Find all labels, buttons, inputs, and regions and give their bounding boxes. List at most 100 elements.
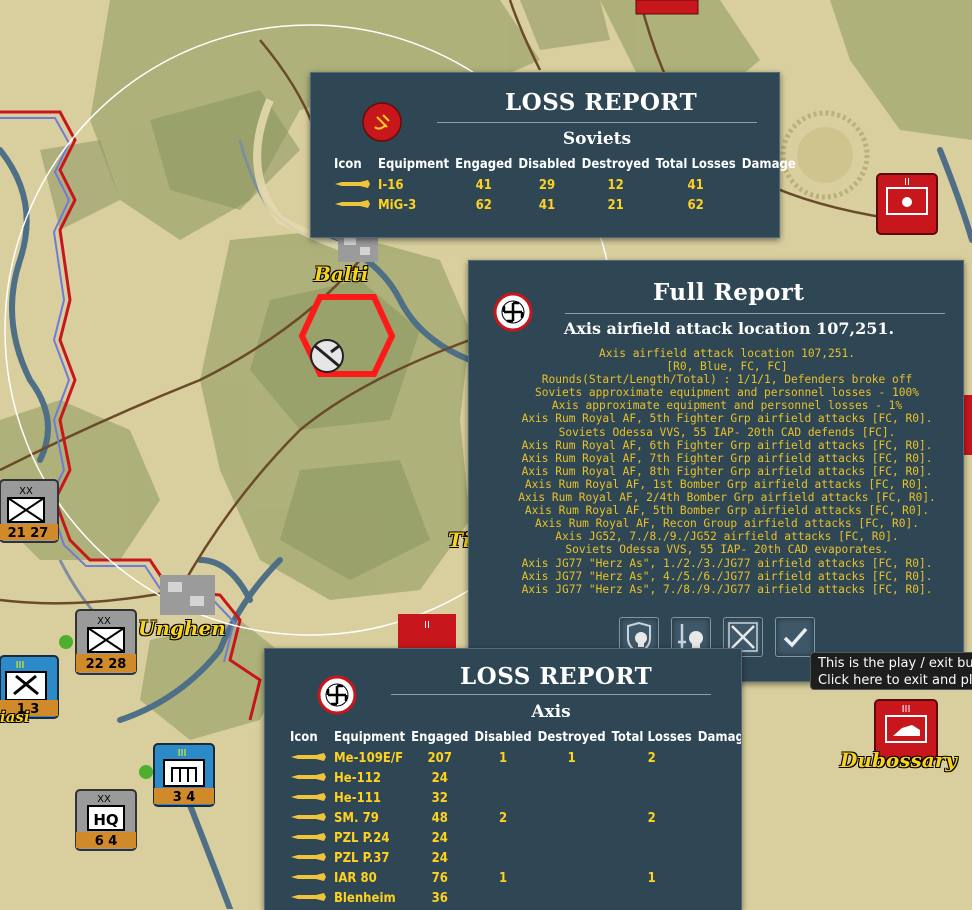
table-row: MiG-3 62 41 21 62 — [331, 195, 799, 215]
report-line: Axis Rum Royal AF, 8th Fighter Grp airfi… — [521, 464, 933, 478]
airbase-icon[interactable] — [310, 339, 344, 373]
destroyed-value — [535, 768, 609, 788]
engaged-value: 207 — [427, 750, 452, 766]
disabled-value — [471, 888, 534, 908]
total-losses-value — [609, 888, 695, 908]
disabled-value: 1 — [498, 750, 508, 766]
disabled-value: 2 — [498, 810, 508, 826]
col-total-losses: Total Losses — [611, 729, 692, 745]
table-row: Me-109E/F 207 1 1 2 — [287, 748, 741, 768]
destroyed-value — [535, 868, 609, 888]
axis-emblem-icon — [493, 292, 533, 332]
disabled-value: 1 — [498, 870, 508, 886]
report-line: Soviets Odessa VVS, 55 IAP- 20th CAD eva… — [565, 543, 889, 557]
col-equipment: Equipment — [378, 156, 450, 172]
equipment-name: PZL P.37 — [334, 850, 390, 866]
table-row: I-16 41 29 12 41 — [331, 175, 799, 195]
svg-text:III: III — [902, 704, 911, 715]
table-row: PZL P.37 24 — [287, 848, 741, 868]
svg-text:HQ: HQ — [93, 811, 118, 829]
svg-text:XX: XX — [97, 616, 111, 627]
engaged-value: 24 — [431, 770, 448, 786]
soviet-loss-table: Icon Equipment Engaged Disabled Destroye… — [331, 153, 799, 215]
col-destroyed: Destroyed — [537, 729, 606, 745]
disabled-value: 29 — [538, 177, 556, 193]
full-report-panel: Full Report Axis airfield attack locatio… — [468, 260, 964, 682]
damage-value — [695, 828, 741, 848]
col-icon: Icon — [290, 729, 318, 745]
equipment-name: He-112 — [334, 770, 381, 786]
town-label-iasi: iasi — [0, 708, 30, 726]
equipment-name: Blenheim — [334, 890, 396, 906]
col-icon: Icon — [334, 156, 362, 172]
svg-text:XX: XX — [97, 794, 111, 805]
damage-value — [739, 175, 799, 195]
axis-loss-report-panel: LOSS REPORT Axis Icon Equipment Engaged … — [264, 648, 742, 910]
damage-value — [695, 888, 741, 908]
destroyed-value — [535, 828, 609, 848]
aircraft-icon — [287, 888, 331, 908]
report-line: Axis Rum Royal AF, 1st Bomber Grp airfie… — [524, 477, 930, 491]
aircraft-icon — [331, 195, 375, 215]
engaged-value: 76 — [431, 870, 448, 886]
engaged-value: 24 — [431, 850, 448, 866]
destroyed-value — [535, 788, 609, 808]
divider — [391, 694, 711, 695]
svg-text:XX: XX — [19, 486, 33, 497]
engaged-value: 32 — [431, 790, 448, 806]
soviet-loss-report-title: LOSS REPORT — [505, 89, 698, 116]
divider — [437, 122, 757, 123]
col-damage: Damage — [697, 729, 741, 745]
axis-loss-table: Icon Equipment Engaged Disabled Destroye… — [287, 726, 741, 908]
town-label-unghen: Unghen — [138, 616, 226, 640]
soviet-loss-report-panel: LOSS REPORT Soviets Icon Equipment Engag… — [310, 72, 796, 238]
report-line: Axis JG52, 7./8./9./JG52 airfield attack… — [555, 530, 899, 544]
report-line: Soviets Odessa VVS, 55 IAP- 20th CAD def… — [558, 425, 896, 439]
svg-text:22 28: 22 28 — [86, 657, 127, 672]
report-line: Axis Rum Royal AF, 7th Fighter Grp airfi… — [521, 451, 933, 465]
full-report-title: Full Report — [653, 279, 805, 306]
report-line: Axis Rum Royal AF, Recon Group airfield … — [535, 517, 919, 531]
engaged-value: 62 — [475, 197, 492, 213]
table-row: He-112 24 — [287, 768, 741, 788]
engaged-value: 48 — [431, 810, 448, 826]
aircraft-icon — [287, 748, 331, 768]
town-label-dubossary: Dubossary — [840, 748, 957, 772]
soviet-unit-counter[interactable] — [635, 0, 699, 15]
destroyed-value — [535, 888, 609, 908]
axis-emblem-icon — [317, 675, 357, 715]
aircraft-icon — [287, 828, 331, 848]
col-destroyed: Destroyed — [581, 156, 650, 172]
play-exit-button[interactable] — [775, 617, 815, 657]
table-row: Blenheim 36 — [287, 888, 741, 908]
table-row: PZL P.24 24 — [287, 828, 741, 848]
report-line: Axis Rum Royal AF, 2/4th Bomber Grp airf… — [518, 491, 936, 505]
equipment-name: SM. 79 — [334, 810, 379, 826]
axis-hq-counter[interactable]: HQ XX 6 4 — [75, 789, 137, 851]
aircraft-icon — [287, 768, 331, 788]
disabled-value — [471, 768, 534, 788]
town-label-balti: Balti — [314, 262, 369, 286]
damage-value — [695, 848, 741, 868]
destroyed-value: 1 — [567, 750, 576, 766]
col-engaged: Engaged — [411, 729, 469, 745]
aircraft-icon — [287, 808, 331, 828]
aircraft-icon — [287, 848, 331, 868]
damage-value — [695, 788, 741, 808]
disabled-value — [471, 788, 534, 808]
disabled-value — [471, 848, 534, 868]
soviet-artillery-counter[interactable]: II — [876, 173, 938, 235]
col-disabled: Disabled — [518, 156, 576, 172]
equipment-name: Me-109E/F — [334, 750, 404, 766]
axis-infantry-counter-1[interactable]: XX 21 27 — [0, 479, 59, 543]
engaged-value: 36 — [431, 890, 448, 906]
col-disabled: Disabled — [474, 729, 532, 745]
damage-value — [695, 768, 741, 788]
full-report-subtitle: Axis airfield attack location 107,251. — [563, 319, 895, 338]
destroyed-value — [535, 848, 609, 868]
total-losses-value — [609, 768, 695, 788]
destroyed-value: 12 — [607, 177, 624, 193]
svg-text:II: II — [904, 177, 910, 188]
table-row: He-111 32 — [287, 788, 741, 808]
equipment-name: IAR 80 — [334, 870, 377, 886]
